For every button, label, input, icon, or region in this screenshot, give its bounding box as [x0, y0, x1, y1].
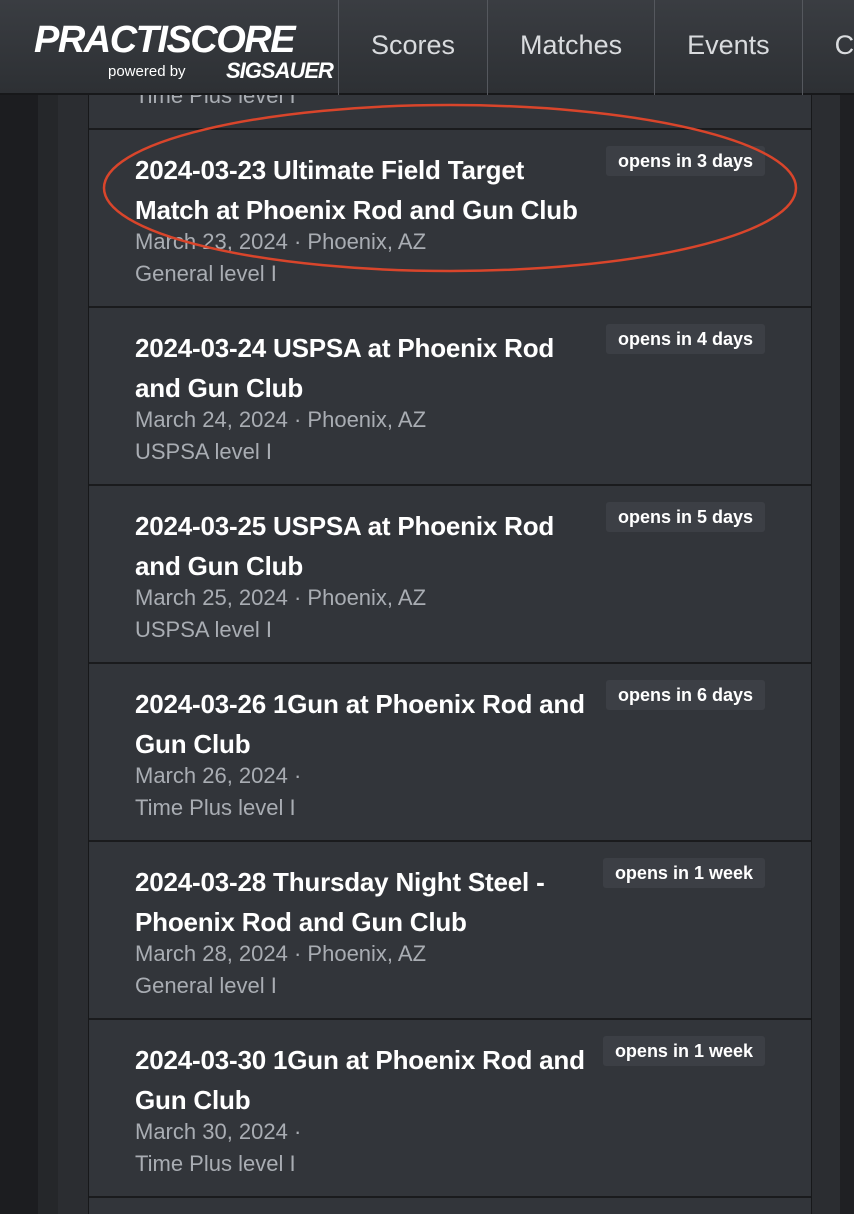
list-item-next[interactable] [89, 1196, 811, 1214]
match-title[interactable]: 2024-03-28 Thursday Night Steel - Phoeni… [135, 862, 605, 942]
practiscore-logo[interactable]: PRACTISCORE powered by SIGSAUER [34, 19, 334, 90]
list-item[interactable]: 2024-03-24 USPSA at Phoenix Rod and Gun … [89, 306, 811, 486]
nav-matches[interactable]: Matches [487, 0, 654, 95]
match-date-location: March 23, 2024 · Phoenix, AZ [135, 229, 427, 254]
logo-powered-by: powered by [108, 63, 186, 80]
page: Time Plus level I 2024-03-23 Ultimate Fi… [0, 0, 854, 1214]
list-item[interactable]: 2024-03-30 1Gun at Phoenix Rod and Gun C… [89, 1018, 811, 1198]
main-nav: Scores Matches Events C [338, 0, 854, 95]
match-list: Time Plus level I 2024-03-23 Ultimate Fi… [88, 0, 812, 1214]
match-date-location: March 24, 2024 · Phoenix, AZ [135, 407, 427, 432]
match-date-location: March 28, 2024 · Phoenix, AZ [135, 941, 427, 966]
registration-badge: opens in 5 days [605, 502, 765, 532]
match-level: USPSA level I [135, 617, 272, 642]
logo-wordmark: PRACTISCORE [34, 19, 296, 61]
match-title[interactable]: 2024-03-30 1Gun at Phoenix Rod and Gun C… [135, 1040, 605, 1120]
match-date-location: March 25, 2024 · Phoenix, AZ [135, 585, 427, 610]
list-item[interactable]: 2024-03-23 Ultimate Field Target Match a… [89, 128, 811, 308]
match-level: Time Plus level I [135, 795, 296, 820]
registration-badge: opens in 3 days [605, 146, 765, 176]
match-title[interactable]: 2024-03-23 Ultimate Field Target Match a… [135, 150, 605, 230]
registration-badge: opens in 1 week [602, 858, 765, 888]
background-right [840, 0, 854, 1214]
match-level: General level I [135, 261, 277, 286]
match-level: General level I [135, 973, 277, 998]
match-level: USPSA level I [135, 439, 272, 464]
match-date-location: March 26, 2024 · [135, 763, 302, 788]
match-title[interactable]: 2024-03-25 USPSA at Phoenix Rod and Gun … [135, 506, 605, 586]
match-title[interactable]: 2024-03-26 1Gun at Phoenix Rod and Gun C… [135, 684, 605, 764]
registration-badge: opens in 6 days [605, 680, 765, 710]
background-left-inner [38, 0, 58, 1214]
nav-more[interactable]: C [801, 0, 854, 95]
list-item[interactable]: 2024-03-25 USPSA at Phoenix Rod and Gun … [89, 484, 811, 664]
match-level: Time Plus level I [135, 1151, 296, 1176]
match-title[interactable]: 2024-03-24 USPSA at Phoenix Rod and Gun … [135, 328, 605, 408]
background-left [0, 0, 38, 1214]
nav-scores[interactable]: Scores [338, 0, 487, 95]
registration-badge: opens in 4 days [605, 324, 765, 354]
top-nav-bar: PRACTISCORE powered by SIGSAUER Scores M… [0, 0, 854, 95]
registration-badge: opens in 1 week [602, 1036, 765, 1066]
match-date-location: March 30, 2024 · [135, 1119, 302, 1144]
nav-events[interactable]: Events [654, 0, 802, 95]
list-item[interactable]: 2024-03-28 Thursday Night Steel - Phoeni… [89, 840, 811, 1020]
logo-brand: SIGSAUER [226, 58, 334, 83]
list-item[interactable]: 2024-03-26 1Gun at Phoenix Rod and Gun C… [89, 662, 811, 842]
